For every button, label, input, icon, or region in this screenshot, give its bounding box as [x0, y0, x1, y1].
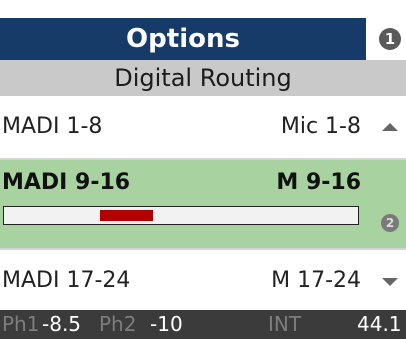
section-subtitle: Digital Routing [0, 60, 406, 96]
digital-routing-panel: Options 1 Digital Routing MADI 1-8 Mic 1… [0, 0, 406, 339]
clock-source: INT [268, 312, 302, 336]
sample-rate: 44.1 [357, 312, 402, 336]
step-badge-1: 1 [379, 28, 401, 50]
status-bar: Ph1 -8.5 Ph2 -10 INT 44.1 [0, 310, 406, 339]
scroll-down-icon[interactable] [382, 278, 398, 286]
step-badge-2: 2 [381, 214, 399, 232]
routing-row-source: MADI 9-16 [2, 170, 131, 195]
phantom-2-value: -10 [150, 312, 183, 336]
scroll-up-icon[interactable] [382, 123, 398, 131]
signal-level-meter [3, 206, 359, 225]
page-title: Options [0, 18, 366, 60]
routing-row-destination: M 17-24 [271, 268, 361, 293]
signal-level-fill [100, 210, 153, 221]
routing-row-destination: M 9-16 [276, 170, 361, 195]
routing-row-destination: Mic 1-8 [280, 114, 361, 139]
header: Options 1 [0, 0, 406, 60]
phantom-1-label: Ph1 [2, 312, 40, 336]
phantom-1-value: -8.5 [42, 312, 82, 336]
routing-row-madi-17-24[interactable]: MADI 17-24 M 17-24 [0, 248, 406, 312]
phantom-2-label: Ph2 [99, 312, 137, 336]
routing-row-source: MADI 17-24 [2, 268, 131, 293]
routing-row-madi-1-8[interactable]: MADI 1-8 Mic 1-8 [0, 96, 406, 160]
routing-row-source: MADI 1-8 [2, 114, 103, 139]
routing-row-madi-9-16-selected[interactable]: MADI 9-16 M 9-16 2 [0, 160, 406, 248]
